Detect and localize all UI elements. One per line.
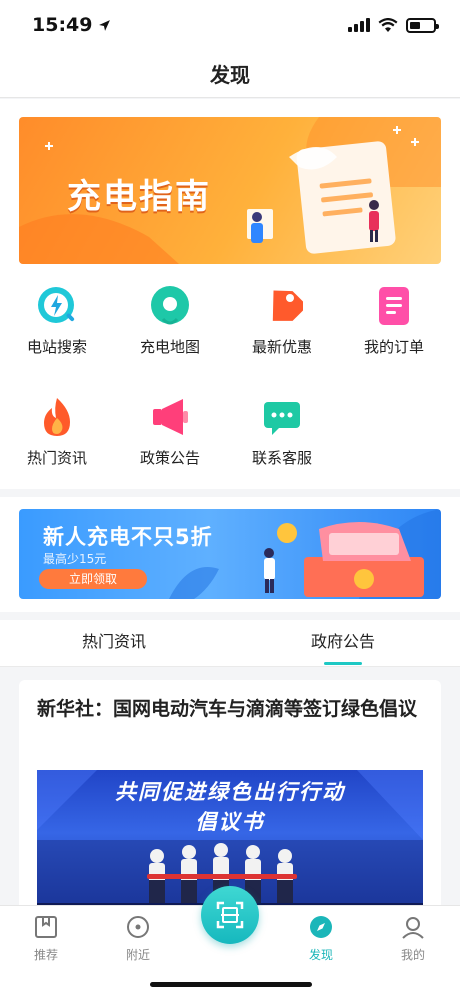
tabbar-item-nearby[interactable]: 附近	[108, 914, 168, 963]
tab-government-notice[interactable]: 政府公告	[311, 620, 375, 667]
charging-guide-banner[interactable]: 充电指南	[19, 117, 441, 264]
tab-hot-news[interactable]: 热门资讯	[82, 620, 146, 667]
app-screen: 15:49 发现 充电指南 电站搜索 充电地图 最新优惠 我的订单 热门资讯 政…	[0, 0, 460, 996]
megaphone-icon	[148, 395, 192, 439]
flame-icon	[35, 395, 79, 439]
promo-title: 新人充电不只5折	[43, 525, 213, 549]
grid-item-label: 联系客服	[251, 449, 312, 467]
grid-item-charging-map[interactable]: 充电地图	[120, 284, 220, 357]
banner-title: 充电指南	[67, 177, 211, 217]
status-bar: 15:49	[0, 0, 460, 50]
tab-label: 政府公告	[311, 632, 376, 651]
tabbar-label: 发现	[308, 948, 333, 962]
grid-item-my-orders[interactable]: 我的订单	[344, 284, 444, 357]
grid-item-label: 电站搜索	[26, 338, 87, 356]
grid-item-latest-deals[interactable]: 最新优惠	[232, 284, 332, 357]
location-arrow-icon	[99, 19, 111, 31]
news-tabs: 热门资讯 政府公告	[0, 620, 460, 667]
grid-item-hot-news[interactable]: 热门资讯	[7, 395, 107, 468]
order-list-icon	[372, 284, 416, 328]
discover-panel: 充电指南 电站搜索 充电地图 最新优惠 我的订单 热门资讯 政策公告 联系客服	[0, 99, 460, 489]
claim-now-button[interactable]: 立即领取	[39, 569, 147, 589]
promo-section: 新人充电不只5折 最高少15元 立即领取	[0, 497, 460, 612]
user-icon	[400, 914, 426, 940]
news-image-heading: 共同促进绿色出行行动	[115, 780, 345, 804]
wifi-icon	[378, 17, 398, 32]
tabbar-label: 推荐	[33, 948, 58, 962]
grid-item-label: 最新优惠	[251, 338, 312, 356]
grid-item-label: 充电地图	[139, 338, 200, 356]
promo-subtitle: 最高少15元	[43, 552, 107, 566]
page-header: 发现	[0, 50, 460, 98]
page-title: 发现	[210, 63, 250, 87]
tabbar-item-recommend[interactable]: 推荐	[16, 914, 76, 963]
bottom-tab-bar: 推荐 附近 发现 我的	[0, 886, 460, 996]
signal-icon	[348, 18, 370, 32]
promo-banner[interactable]: 新人充电不只5折 最高少15元 立即领取	[19, 509, 441, 599]
tabbar-label: 我的	[400, 948, 425, 962]
tab-label: 热门资讯	[82, 632, 147, 651]
grid-item-policy-notice[interactable]: 政策公告	[120, 395, 220, 468]
news-title: 新华社：国网电动汽车与滴滴等签订绿色倡议	[37, 698, 418, 720]
grid-item-station-search[interactable]: 电站搜索	[7, 284, 107, 357]
news-image-subheading: 倡议书	[195, 810, 265, 834]
price-tag-icon	[260, 284, 304, 328]
news-feed: 新华社：国网电动汽车与滴滴等签订绿色倡议 共同促进绿色出行行动 倡议书	[0, 668, 460, 940]
scan-button[interactable]	[201, 886, 259, 944]
home-indicator	[150, 982, 312, 987]
tabbar-label: 附近	[125, 948, 150, 962]
chat-bubble-icon	[260, 395, 304, 439]
grid-item-label: 热门资讯	[26, 449, 87, 467]
tabbar-item-discover[interactable]: 发现	[291, 914, 351, 963]
grid-item-label: 政策公告	[139, 449, 200, 467]
time-text: 15:49	[32, 14, 93, 36]
lightning-search-icon	[35, 284, 79, 328]
grid-item-label: 我的订单	[363, 338, 424, 356]
compass-icon	[308, 914, 334, 940]
tabbar-item-mine[interactable]: 我的	[383, 914, 443, 963]
grid-item-customer-service[interactable]: 联系客服	[232, 395, 332, 468]
status-icons	[348, 17, 439, 33]
book-icon	[33, 914, 59, 940]
location-circle-icon	[125, 914, 151, 940]
battery-icon	[406, 17, 439, 33]
status-time: 15:49	[32, 14, 111, 36]
map-pin-icon	[148, 284, 192, 328]
scan-icon	[216, 901, 244, 929]
active-tab-indicator	[324, 662, 362, 665]
